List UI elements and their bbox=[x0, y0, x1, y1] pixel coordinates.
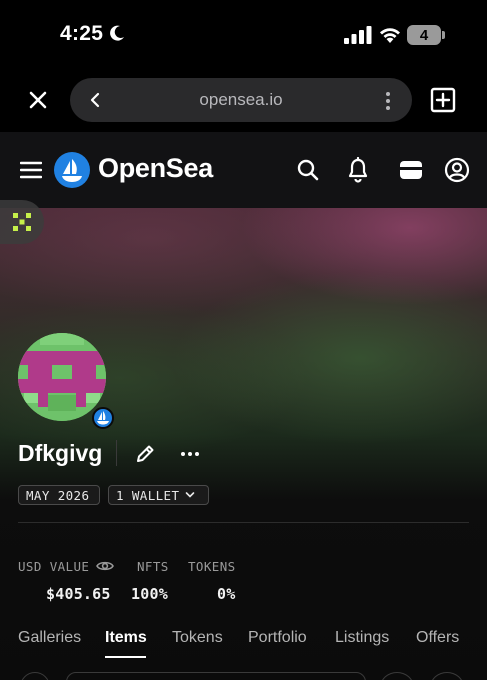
status-bar: 4:25 4 bbox=[0, 0, 487, 70]
tab-galleries[interactable]: Galleries bbox=[18, 629, 81, 647]
stat-value-tokens: 0% bbox=[217, 585, 236, 603]
wallet-selector[interactable]: 1 WALLET bbox=[108, 485, 209, 505]
divider bbox=[116, 440, 117, 466]
battery-tip bbox=[442, 31, 445, 39]
tab-tokens[interactable]: Tokens bbox=[172, 629, 223, 647]
moon-icon bbox=[110, 25, 124, 41]
avatar[interactable] bbox=[18, 333, 106, 421]
joined-date-badge: MAY 2026 bbox=[18, 485, 100, 505]
stat-label-usd-value: USD VALUE bbox=[18, 559, 90, 574]
chevron-down-icon bbox=[186, 492, 195, 498]
browser-bar: opensea.io bbox=[0, 70, 487, 132]
opensea-logo-icon[interactable] bbox=[54, 152, 90, 188]
tab-listings[interactable]: Listings bbox=[335, 629, 389, 647]
brand-name[interactable]: OpenSea bbox=[98, 153, 213, 184]
avatar-pixel-art-icon bbox=[18, 333, 106, 421]
collection-chip[interactable] bbox=[0, 200, 44, 244]
signal-icon bbox=[344, 26, 372, 44]
search-input[interactable] bbox=[66, 672, 366, 680]
kebab-icon[interactable] bbox=[380, 90, 396, 112]
stat-value-nfts: 100% bbox=[131, 585, 168, 603]
stat-label-nfts: NFTS bbox=[137, 559, 169, 574]
wifi-icon bbox=[380, 28, 400, 43]
new-tab-icon[interactable] bbox=[430, 87, 456, 113]
tab-items[interactable]: Items bbox=[105, 629, 147, 647]
wallet-icon[interactable] bbox=[398, 158, 424, 182]
stat-label-tokens: TOKENS bbox=[188, 559, 236, 574]
battery-level: 4 bbox=[419, 26, 429, 44]
url-text[interactable]: opensea.io bbox=[70, 90, 412, 110]
battery-icon: 4 bbox=[407, 25, 441, 45]
pixel-logo-icon bbox=[13, 213, 31, 231]
profile-name: Dfkgivg bbox=[18, 440, 103, 466]
wallet-count: 1 WALLET bbox=[116, 487, 180, 503]
tab-portfolio[interactable]: Portfolio bbox=[248, 629, 307, 647]
search-icon[interactable] bbox=[296, 158, 320, 182]
address-bar[interactable]: opensea.io bbox=[70, 78, 412, 122]
profile-icon[interactable] bbox=[444, 157, 470, 183]
bell-icon[interactable] bbox=[346, 157, 370, 183]
verified-badge-icon bbox=[92, 407, 114, 429]
more-options-icon[interactable] bbox=[180, 444, 200, 464]
status-time: 4:25 bbox=[60, 22, 104, 45]
menu-icon[interactable] bbox=[20, 160, 42, 180]
stat-value-usd: $405.65 bbox=[46, 585, 111, 603]
close-icon[interactable] bbox=[26, 88, 50, 112]
site-header: OpenSea bbox=[0, 132, 487, 208]
section-divider bbox=[18, 522, 469, 523]
tab-offers[interactable]: Offers bbox=[416, 629, 459, 647]
active-tab-indicator bbox=[105, 656, 146, 658]
joined-date: MAY 2026 bbox=[26, 487, 90, 503]
eye-icon[interactable] bbox=[96, 559, 114, 573]
edit-pencil-icon[interactable] bbox=[134, 443, 156, 465]
